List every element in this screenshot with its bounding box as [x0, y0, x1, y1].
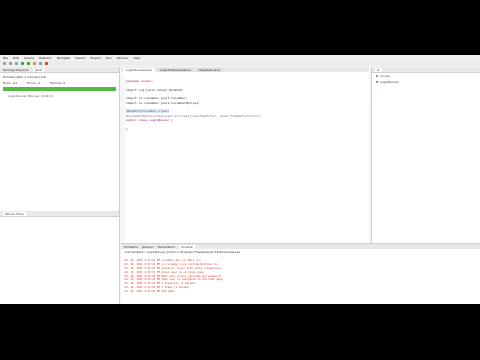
outline-view: ≡ runner LoginRunner: [371, 67, 480, 248]
junit-counters: Runs: 1/1 Errors: 0 Failures: 0: [0, 81, 119, 85]
editor-gutter: [121, 75, 125, 245]
log-line: Jul 10, 2021 4:25:14 PM io.cucumber.core…: [124, 262, 218, 266]
debug-icon[interactable]: [21, 62, 24, 65]
tab-junit[interactable]: JUnit: [32, 67, 44, 72]
code-line: }: [126, 126, 128, 131]
tab-javadoc[interactable]: Javadoc: [142, 245, 154, 249]
menu-project[interactable]: Project: [91, 56, 101, 60]
log-line: Jul 10, 2021 4:25:16 PM 1 Scenarios (1 p…: [124, 282, 196, 286]
menu-search[interactable]: Search: [75, 56, 85, 60]
package-icon: [376, 75, 378, 77]
menu-window[interactable]: Window: [117, 56, 129, 60]
search-icon[interactable]: [39, 62, 42, 65]
save-icon[interactable]: [9, 62, 12, 65]
code-text: package runner; import org.junit.runner.…: [126, 75, 261, 135]
outline-tab-label[interactable]: ≡: [375, 67, 382, 72]
test-tree-item[interactable]: LoginRunner [Runner: JUnit 4]: [0, 93, 119, 99]
tab-console[interactable]: Console: [178, 244, 195, 249]
outline-label: runner: [380, 74, 391, 78]
menu-source[interactable]: Source: [24, 56, 34, 60]
menu-file[interactable]: File: [3, 56, 8, 60]
editor-tabs: LoginRunner.java LoginFeature.feature St…: [121, 67, 369, 72]
junit-progress-bar: [3, 87, 116, 91]
menu-help[interactable]: Help: [133, 56, 140, 60]
code-line: package runner;: [126, 79, 154, 84]
console-view: Problems Javadoc Declaration Console <te…: [121, 243, 480, 304]
errors-count: Errors: 0: [27, 81, 40, 85]
log-line: Jul 10, 2021 4:25:15 PM Given user is on…: [124, 270, 204, 274]
print-icon[interactable]: [15, 62, 18, 65]
tab-failure-trace[interactable]: Failure Trace: [3, 211, 26, 216]
log-line: Jul 10, 2021 4:25:16 PM 3 Steps (3 passe…: [124, 286, 190, 290]
failure-trace-panel: Failure Trace: [0, 211, 119, 217]
log-line: Jul 10, 2021 4:25:16 PM Then user is nav…: [124, 278, 223, 282]
editor-tab-feature[interactable]: LoginFeature.feature: [156, 68, 195, 72]
tab-problems[interactable]: Problems: [124, 245, 138, 249]
menu-refactor[interactable]: Refactor: [39, 56, 52, 60]
class-icon: [376, 81, 378, 83]
menu-edit[interactable]: Edit: [13, 56, 19, 60]
code-line: import org.junit.runner.RunWith;: [126, 87, 184, 92]
log-line: Jul 10, 2021 4:25:16 PM 0m2.144s: [124, 290, 174, 294]
terminate-icon[interactable]: [45, 62, 48, 65]
runs-count: Runs: 1/1: [3, 81, 18, 85]
junit-view: Package Explorer JUnit Finished after 2.…: [0, 67, 120, 304]
failures-count: Failures: 0: [49, 81, 66, 85]
console-output[interactable]: Jul 10, 2021 4:25:14 PM cucumber.api.cli…: [121, 255, 480, 298]
editor-tab-runner[interactable]: LoginRunner.java: [123, 68, 155, 72]
menu-run[interactable]: Run: [106, 56, 112, 60]
code-line: public class LoginRunner {: [126, 117, 173, 122]
toolbar: [0, 61, 480, 66]
outline-label: LoginRunner: [380, 80, 399, 84]
code-editor[interactable]: LoginRunner.java LoginFeature.feature St…: [121, 67, 369, 248]
external-tools-icon[interactable]: [33, 62, 36, 65]
tab-declaration[interactable]: Declaration: [158, 245, 175, 249]
tab-package-explorer[interactable]: Package Explorer: [3, 68, 29, 72]
log-line: Jul 10, 2021 4:25:15 PM Scenario: Login …: [124, 266, 221, 270]
run-icon[interactable]: [27, 62, 30, 65]
menu-navigate[interactable]: Navigate: [57, 56, 70, 60]
outline-item[interactable]: LoginRunner: [372, 79, 480, 85]
failure-trace-tab: Failure Trace: [0, 211, 119, 217]
new-icon[interactable]: [3, 62, 6, 65]
editor-tab-stepdefs[interactable]: StepDefs.java: [196, 68, 223, 72]
log-line: Jul 10, 2021 4:25:14 PM cucumber.api.cli…: [124, 258, 201, 262]
junit-status: Finished after 2.144 seconds: [3, 75, 47, 79]
code-line: import io.cucumber.junit.CucumberOptions…: [126, 100, 201, 105]
eclipse-window: File Edit Source Refactor Navigate Searc…: [0, 55, 480, 304]
